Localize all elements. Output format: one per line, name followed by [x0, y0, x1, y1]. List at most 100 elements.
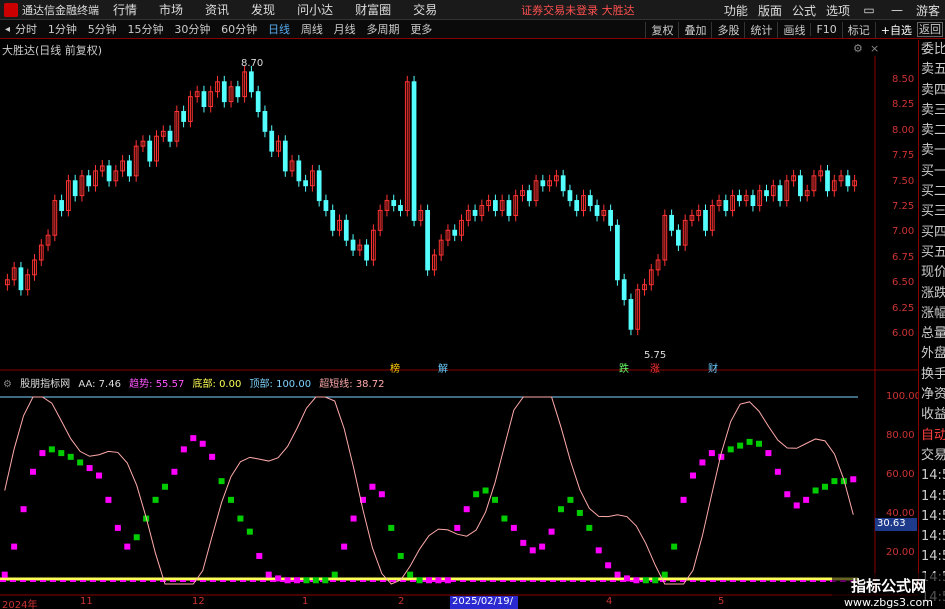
sidebar-item[interactable]: 买一 — [919, 162, 945, 182]
event-marker-unlock[interactable]: 解 — [438, 360, 448, 375]
trend-mark — [86, 465, 93, 472]
trend-mark — [105, 496, 112, 503]
trend-mark — [331, 571, 338, 578]
candle-body — [330, 209, 336, 231]
candle-body — [615, 224, 620, 281]
candle-body — [303, 180, 308, 187]
indicator-gear-icon[interactable]: ⚙ — [3, 379, 12, 390]
candle-body — [798, 175, 803, 197]
candle-body — [391, 200, 397, 207]
sidebar-item[interactable]: 买二 — [919, 182, 945, 202]
candle-body — [296, 160, 302, 182]
watermark-title: 指标公式网 — [850, 577, 926, 595]
indicator-bottom: 底部: 0.00 — [192, 379, 242, 390]
sidebar-item[interactable]: 换手 — [919, 365, 945, 385]
trend-mark — [774, 468, 781, 475]
sidebar-item[interactable]: 卖一 — [919, 141, 945, 161]
candle-body — [587, 195, 593, 207]
price-tick-label: 6.00 — [892, 328, 915, 339]
sidebar-item[interactable]: 涨跌 — [919, 284, 945, 304]
x-tick-12: 12 — [192, 596, 205, 607]
candle-body — [737, 195, 742, 202]
candle-body — [127, 160, 132, 177]
sidebar-item[interactable]: 自动 — [919, 426, 945, 446]
indicator-tick-label: 80.00 — [886, 430, 915, 441]
trend-mark — [378, 491, 385, 498]
indicator-ultra: 超短线: 38.72 — [319, 379, 385, 390]
indicator-tick-label: 60.00 — [886, 469, 915, 480]
trend-mark — [180, 446, 187, 453]
sidebar-item[interactable]: 14:56 — [919, 507, 945, 527]
sidebar-item[interactable]: 买三 — [919, 202, 945, 222]
x-tick-4: 4 — [606, 596, 613, 607]
back-button[interactable]: 返回 — [917, 22, 943, 37]
event-marker-finance[interactable]: 财 — [708, 360, 718, 375]
selected-date[interactable]: 2025/02/19/三 — [450, 596, 518, 609]
event-marker-drop[interactable]: 跌 — [619, 360, 629, 375]
sidebar-item[interactable]: 卖四 — [919, 81, 945, 101]
candle-body — [472, 209, 478, 216]
sidebar-item[interactable]: 卖五 — [919, 60, 945, 80]
x-tick-2: 2 — [398, 596, 405, 607]
event-marker-rise[interactable]: 涨 — [650, 360, 660, 375]
sidebar-item[interactable]: 14:56 — [919, 466, 945, 486]
sidebar-item[interactable]: 收益 — [919, 405, 945, 425]
price-tick-label: 6.50 — [892, 277, 915, 289]
trend-mark — [1, 571, 8, 578]
sidebar-item[interactable]: 净资 — [919, 385, 945, 405]
guest-label[interactable]: 游客 — [916, 2, 940, 19]
sidebar-item[interactable]: 14:56 — [919, 487, 945, 507]
sidebar-item[interactable]: 买四 — [919, 223, 945, 243]
trend-mark — [576, 509, 583, 516]
trend-mark — [661, 571, 668, 578]
event-marker-list[interactable]: 榜 — [390, 360, 400, 375]
trend-mark — [58, 450, 65, 457]
sidebar-item[interactable]: 总量 — [919, 324, 945, 344]
ultra-short-line — [4, 396, 854, 585]
candle-body — [235, 86, 241, 98]
indicator-header: ⚙ 股朋指标网 AA: 7.46 趋势: 55.57 底部: 0.00 顶部: … — [3, 375, 389, 390]
candle-body — [323, 200, 329, 211]
sidebar-item[interactable]: 14:56 — [919, 527, 945, 547]
price-tick-label: 6.75 — [892, 251, 915, 263]
candle-body — [703, 209, 708, 231]
trend-mark — [67, 453, 74, 460]
trend-mark — [294, 577, 300, 584]
trend-mark — [256, 552, 263, 559]
sidebar-item[interactable]: 买五 — [919, 243, 945, 263]
sidebar-item[interactable]: 委比 — [919, 40, 945, 60]
sidebar-item[interactable]: 卖三 — [919, 101, 945, 121]
candle-body — [364, 244, 369, 261]
trend-mark — [737, 442, 744, 449]
trend-mark — [831, 478, 838, 485]
sidebar-item[interactable]: 交易 — [919, 446, 945, 466]
x-tick-5: 5 — [718, 596, 725, 607]
candle-body — [750, 195, 756, 207]
sidebar-item[interactable]: 涨幅 — [919, 304, 945, 324]
trend-mark — [190, 435, 197, 442]
trend-mark — [350, 515, 357, 522]
candle-body — [574, 200, 580, 211]
indicator-top: 顶部: 100.00 — [249, 379, 312, 390]
candlestick-chart[interactable] — [0, 0, 918, 609]
trend-mark — [11, 543, 18, 550]
quote-sidebar: 委比 卖五 卖四 卖三 卖二 卖一 买一 买二 买三 买四 买五 现价 涨跌 涨幅 总量 外盘 换手 净资 收益 自动… — [918, 40, 945, 605]
trend-mark — [746, 438, 753, 445]
trend-mark — [624, 575, 630, 582]
price-tick-label: 7.00 — [892, 226, 915, 238]
trend-mark — [699, 459, 706, 466]
price-tick-label: 8.00 — [892, 124, 915, 136]
trend-mark — [246, 528, 253, 535]
sidebar-item[interactable]: 外盘 — [919, 344, 945, 364]
trend-mark — [171, 468, 178, 475]
trend-mark — [322, 577, 329, 584]
sidebar-item[interactable]: 14:56 — [919, 547, 945, 567]
trend-mark — [30, 468, 36, 475]
sidebar-item[interactable]: 现价 — [919, 263, 945, 283]
sidebar-item[interactable]: 卖二 — [919, 121, 945, 141]
trend-mark — [727, 446, 734, 453]
trend-mark — [312, 577, 319, 584]
trend-mark — [614, 571, 621, 578]
candle-body — [59, 200, 64, 211]
trend-mark — [454, 524, 461, 531]
